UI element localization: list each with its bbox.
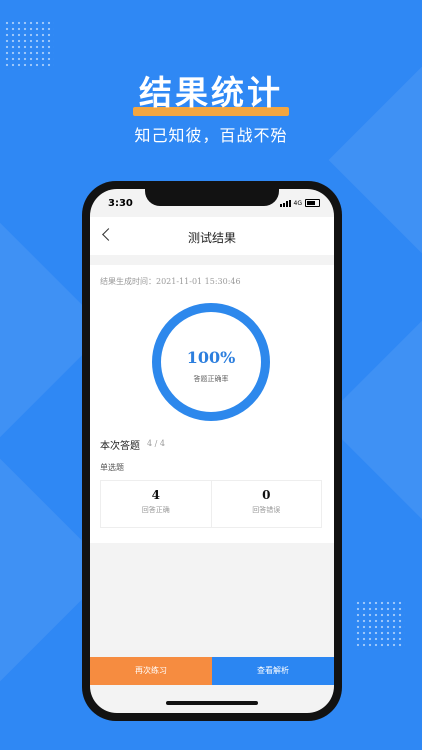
dot-pattern <box>4 20 54 70</box>
phone-notch <box>145 189 279 206</box>
nav-bar: 测试结果 <box>90 217 334 255</box>
bg-diamond <box>328 18 422 302</box>
summary-count: 4 / 4 <box>147 439 165 448</box>
view-analysis-button[interactable]: 查看解析 <box>212 657 334 685</box>
battery-icon <box>305 199 320 207</box>
summary-title: 本次答题 <box>100 441 140 452</box>
accuracy-label: 答题正确率 <box>193 375 229 383</box>
correct-stat: 4 回答正确 <box>101 481 211 527</box>
promo-subtitle: 知己知彼，百战不殆 <box>134 126 288 145</box>
accuracy-ring: 100% 答题正确率 <box>152 303 270 421</box>
wrong-stat: 0 回答错误 <box>210 481 322 527</box>
phone-screen: 3:30 4G 测试结果 结果生成时间：2021-11-01 15:30:46 … <box>90 189 334 713</box>
result-card: 结果生成时间：2021-11-01 15:30:46 100% 答题正确率 本次… <box>90 265 334 543</box>
phone-frame: 3:30 4G 测试结果 结果生成时间：2021-11-01 15:30:46 … <box>82 181 342 721</box>
signal-icon <box>279 199 291 207</box>
question-type: 单选题 <box>100 463 124 472</box>
wrong-label: 回答错误 <box>252 506 281 514</box>
promo-title: 结果统计 <box>139 73 283 112</box>
practice-again-button[interactable]: 再次练习 <box>90 657 212 685</box>
answer-stats: 4 回答正确 0 回答错误 <box>100 480 322 528</box>
home-indicator <box>166 701 258 705</box>
page-title: 测试结果 <box>187 231 236 245</box>
wrong-count: 0 <box>262 488 271 502</box>
dot-pattern <box>355 600 405 650</box>
status-time: 3:30 <box>108 198 133 209</box>
correct-label: 回答正确 <box>141 506 170 514</box>
network-label: 4G <box>293 199 302 207</box>
promo-headline: 结果统计 <box>0 66 422 116</box>
correct-count: 4 <box>151 488 160 502</box>
accuracy-value: 100% <box>186 348 236 367</box>
generated-time: 结果生成时间：2021-11-01 15:30:46 <box>100 277 241 286</box>
